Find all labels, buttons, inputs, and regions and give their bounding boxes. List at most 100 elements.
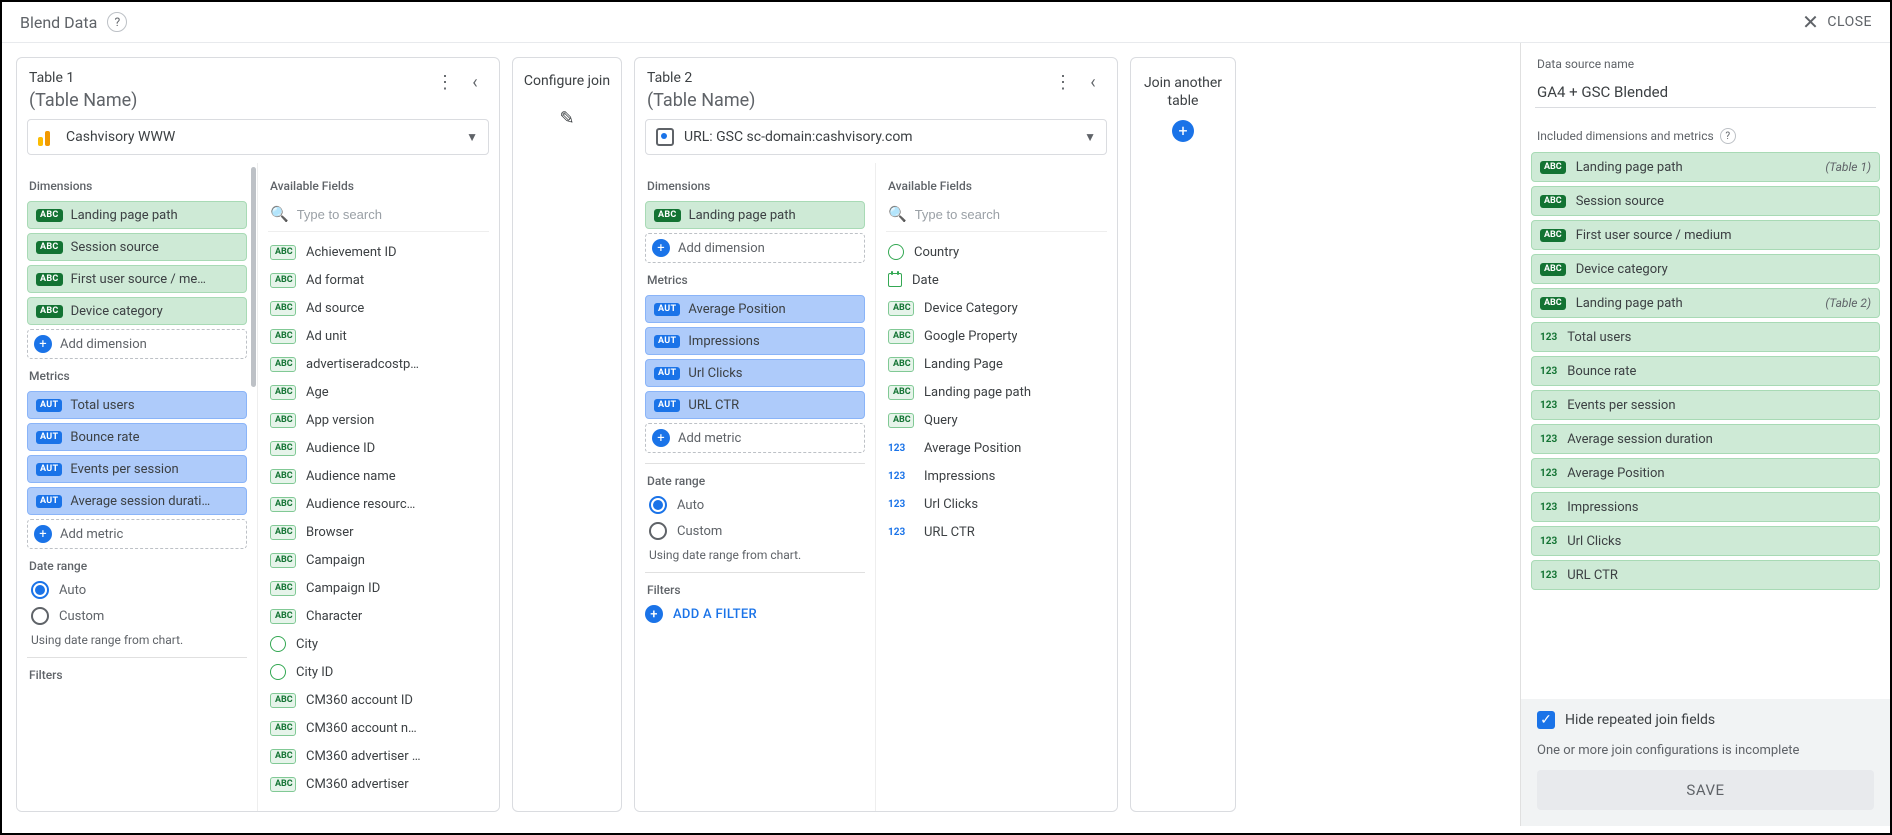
table2-more-icon[interactable]: ⋮ — [1051, 70, 1075, 94]
available-field-row[interactable]: ABCQuery — [886, 406, 1107, 434]
join-another-button[interactable]: + — [1172, 120, 1194, 142]
type-badge: ABC — [654, 209, 681, 222]
available-field-row[interactable]: ABCadvertiseradcostp… — [268, 350, 489, 378]
table2-add-dimension[interactable]: + Add dimension — [645, 233, 865, 263]
available-field-row[interactable]: ABCAd format — [268, 266, 489, 294]
table1-search-input[interactable] — [297, 207, 487, 222]
available-field-row[interactable]: ABCLanding page path — [886, 378, 1107, 406]
included-field-chip[interactable]: ABCDevice category — [1531, 254, 1880, 284]
available-field-row[interactable]: ABCAge — [268, 378, 489, 406]
available-field-row[interactable]: Date — [886, 266, 1107, 294]
available-field-row[interactable]: Country — [886, 238, 1107, 266]
globe-icon — [888, 244, 904, 260]
type-badge: AUT — [36, 495, 62, 508]
available-field-row[interactable]: ABCCM360 advertiser — [268, 770, 489, 798]
included-name: First user source / medium — [1576, 228, 1732, 243]
available-field-row[interactable]: ABCGoogle Property — [886, 322, 1107, 350]
field-chip[interactable]: AUTAverage Position — [645, 295, 865, 323]
hide-repeated-checkbox[interactable]: ✓ Hide repeated join fields — [1537, 711, 1874, 729]
available-field-row[interactable]: ABCAudience ID — [268, 434, 489, 462]
table1-collapse-icon[interactable]: ‹ — [463, 70, 487, 94]
available-field-row[interactable]: ABCCM360 advertiser … — [268, 742, 489, 770]
included-field-chip[interactable]: 123Bounce rate — [1531, 356, 1880, 386]
table1-source-picker[interactable]: Cashvisory WWW ▼ — [27, 119, 489, 155]
type-abc-icon: ABC — [888, 329, 914, 344]
field-chip[interactable]: AUTImpressions — [645, 327, 865, 355]
included-field-chip[interactable]: ABCLanding page path(Table 1) — [1531, 152, 1880, 182]
data-source-name-input[interactable]: GA4 + GSC Blended — [1535, 77, 1876, 108]
available-field-row[interactable]: ABCCM360 account ID — [268, 686, 489, 714]
table2-add-metric[interactable]: + Add metric — [645, 423, 865, 453]
field-chip[interactable]: ABCLanding page path — [27, 201, 247, 229]
included-field-chip[interactable]: ABCFirst user source / medium — [1531, 220, 1880, 250]
included-field-chip[interactable]: 123Impressions — [1531, 492, 1880, 522]
field-name: Ad format — [306, 273, 364, 288]
available-field-row[interactable]: ABCCampaign — [268, 546, 489, 574]
available-field-row[interactable]: ABCCampaign ID — [268, 574, 489, 602]
available-field-row[interactable]: City — [268, 630, 489, 658]
table2-search-input[interactable] — [915, 207, 1105, 222]
table1-add-metric[interactable]: + Add metric — [27, 519, 247, 549]
available-field-row[interactable]: ABCAudience name — [268, 462, 489, 490]
table1-date-custom[interactable]: Custom — [31, 607, 247, 625]
field-chip[interactable]: ABCFirst user source / me… — [27, 265, 247, 293]
field-chip[interactable]: AUTBounce rate — [27, 423, 247, 451]
table2-collapse-icon[interactable]: ‹ — [1081, 70, 1105, 94]
field-chip[interactable]: ABCSession source — [27, 233, 247, 261]
table2-source-picker[interactable]: URL: GSC sc-domain:cashvisory.com ▼ — [645, 119, 1107, 155]
available-field-row[interactable]: 123URL CTR — [886, 518, 1107, 546]
included-field-chip[interactable]: 123Average Position — [1531, 458, 1880, 488]
available-field-row[interactable]: ABCCharacter — [268, 602, 489, 630]
available-field-row[interactable]: ABCBrowser — [268, 518, 489, 546]
included-field-chip[interactable]: ABCSession source — [1531, 186, 1880, 216]
field-chip[interactable]: AUTEvents per session — [27, 455, 247, 483]
type-abc-icon: ABC — [888, 357, 914, 372]
available-field-row[interactable]: 123Url Clicks — [886, 490, 1107, 518]
edit-join-button[interactable]: ✎ — [559, 108, 574, 129]
type-123-icon: 123 — [1540, 332, 1557, 343]
field-chip[interactable]: ABC Landing page path — [645, 201, 865, 229]
table1-date-auto[interactable]: Auto — [31, 581, 247, 599]
available-field-row[interactable]: ABCLanding Page — [886, 350, 1107, 378]
included-field-chip[interactable]: 123Total users — [1531, 322, 1880, 352]
field-name: Audience ID — [306, 441, 375, 456]
included-field-chip[interactable]: 123URL CTR — [1531, 560, 1880, 590]
type-abc-icon: ABC — [1540, 161, 1566, 174]
included-field-chip[interactable]: 123Average session duration — [1531, 424, 1880, 454]
field-chip[interactable]: AUTTotal users — [27, 391, 247, 419]
table2-add-filter[interactable]: + ADD A FILTER — [645, 605, 865, 623]
included-list: ABCLanding page path(Table 1) ABCSession … — [1521, 152, 1890, 699]
available-field-row[interactable]: City ID — [268, 658, 489, 686]
table1-add-dimension[interactable]: + Add dimension — [27, 329, 247, 359]
table2-date-auto[interactable]: Auto — [649, 496, 865, 514]
included-field-chip[interactable]: ABCLanding page path(Table 2) — [1531, 288, 1880, 318]
included-field-chip[interactable]: 123Events per session — [1531, 390, 1880, 420]
available-field-row[interactable]: ABCAd unit — [268, 322, 489, 350]
field-chip[interactable]: AUTURL CTR — [645, 391, 865, 419]
type-abc-icon: ABC — [270, 357, 296, 372]
available-field-row[interactable]: ABCCM360 account n… — [268, 714, 489, 742]
table2-date-custom[interactable]: Custom — [649, 522, 865, 540]
help-icon[interactable]: ? — [107, 12, 127, 32]
field-chip[interactable]: ABCDevice category — [27, 297, 247, 325]
table1-more-icon[interactable]: ⋮ — [433, 70, 457, 94]
scrollbar[interactable] — [251, 167, 256, 387]
available-field-row[interactable]: 123Impressions — [886, 462, 1107, 490]
available-field-row[interactable]: ABCAd source — [268, 294, 489, 322]
type-badge: ABC — [36, 273, 63, 286]
close-button[interactable]: ✕ CLOSE — [1802, 12, 1872, 32]
field-chip[interactable]: AUTAverage session durati… — [27, 487, 247, 515]
chip-label: Landing page path — [689, 208, 796, 223]
type-123-icon: 123 — [1540, 366, 1557, 377]
available-field-row[interactable]: 123Average Position — [886, 434, 1107, 462]
plus-icon: + — [34, 335, 52, 353]
included-field-chip[interactable]: 123Url Clicks — [1531, 526, 1880, 556]
table1-source-name: Cashvisory WWW — [66, 129, 175, 145]
help-icon[interactable]: ? — [1720, 128, 1736, 144]
available-field-row[interactable]: ABCAudience resourc… — [268, 490, 489, 518]
available-field-row[interactable]: ABCAchievement ID — [268, 238, 489, 266]
save-button[interactable]: SAVE — [1537, 770, 1874, 810]
field-chip[interactable]: AUTUrl Clicks — [645, 359, 865, 387]
available-field-row[interactable]: ABCApp version — [268, 406, 489, 434]
available-field-row[interactable]: ABCDevice Category — [886, 294, 1107, 322]
